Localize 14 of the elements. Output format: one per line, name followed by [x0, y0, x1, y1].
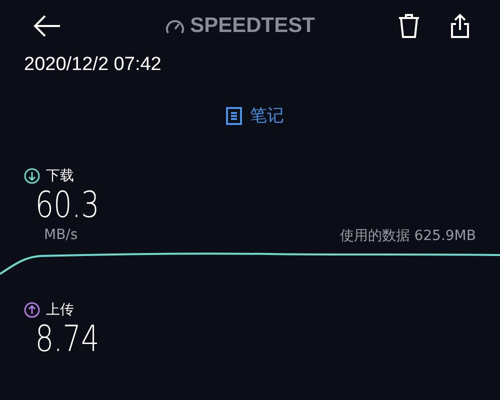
gauge-icon	[165, 18, 186, 34]
speed-unit: MB/s	[44, 227, 78, 245]
trash-icon[interactable]	[398, 13, 420, 39]
logo-text: SPEEDTEST	[190, 14, 315, 38]
back-icon[interactable]	[32, 14, 62, 38]
note-icon	[226, 106, 242, 124]
speed-value: 60.3	[34, 185, 100, 227]
share-icon[interactable]	[450, 13, 470, 39]
data-used: 使用的数据 625.9MB	[340, 227, 476, 245]
result-label: 下载	[46, 167, 74, 185]
speed-value: 8.74	[34, 319, 100, 361]
note-button[interactable]: 笔记	[222, 102, 288, 129]
result-label: 上传	[46, 301, 74, 319]
test-date: 2020/12/2 07:42	[23, 53, 162, 76]
